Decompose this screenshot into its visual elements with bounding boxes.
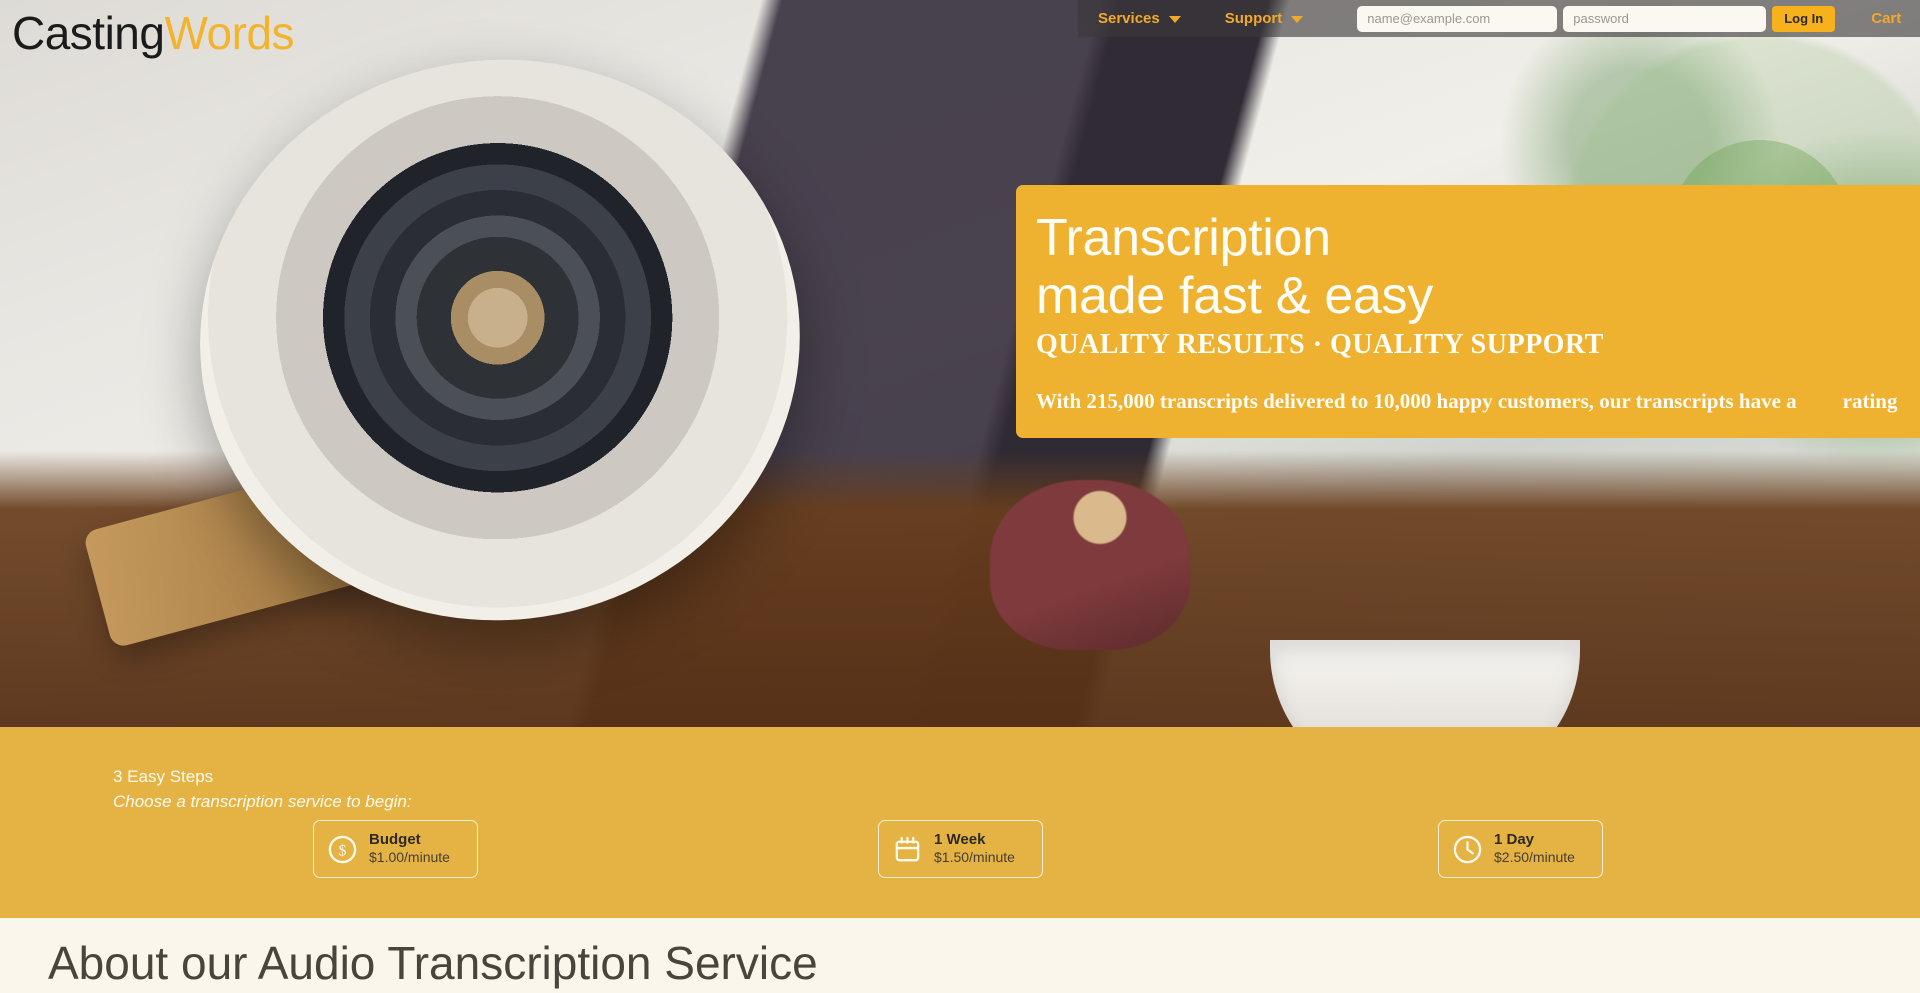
cart-link[interactable]: Cart (1871, 10, 1901, 27)
chevron-down-icon (1291, 16, 1304, 23)
site-logo[interactable]: CastingWords (12, 7, 295, 59)
easy-steps-section: 3 Easy Steps Choose a transcription serv… (0, 727, 1920, 918)
logo-text-primary: Casting (12, 7, 165, 59)
service-option-one-week[interactable]: 1 Week $1.50/minute (878, 820, 1043, 878)
top-navigation-bar: Services Support Log In Cart (1078, 0, 1920, 37)
nav-item-support[interactable]: Support (1225, 10, 1304, 27)
option-name: 1 Week (934, 831, 986, 848)
calendar-icon (895, 836, 920, 861)
hero-headline-line-1: Transcription (1036, 209, 1331, 267)
steps-subtitle: Choose a transcription service to begin: (113, 792, 412, 811)
coffee-mug-decoration (1270, 640, 1580, 727)
nav-services-label: Services (1098, 10, 1160, 27)
clock-icon (1453, 835, 1482, 863)
option-price: $2.50/minute (1494, 849, 1575, 865)
option-text-block: 1 Week $1.50/minute (934, 831, 1015, 867)
about-section: About our Audio Transcription Service (0, 918, 1920, 993)
email-field[interactable] (1357, 5, 1558, 32)
login-button[interactable]: Log In (1772, 5, 1836, 32)
hero-blurb-after: rating (1842, 389, 1898, 413)
page-root: CastingWords Services Support Log In Car… (0, 0, 1920, 993)
option-price: $1.00/minute (369, 849, 450, 865)
hero-headline-panel: Transcription made fast & easy QUALITY R… (1016, 185, 1920, 438)
logo-text-accent: Words (164, 7, 295, 59)
nav-support-label: Support (1224, 10, 1283, 27)
desk-figurine-decoration (990, 480, 1190, 650)
about-section-heading: About our Audio Transcription Service (48, 937, 818, 989)
service-option-one-day[interactable]: 1 Day $2.50/minute (1438, 820, 1603, 878)
dollar-circle-icon: $ (328, 835, 357, 863)
svg-text:$: $ (339, 842, 347, 859)
nav-item-services[interactable]: Services (1098, 10, 1181, 27)
service-option-budget[interactable]: $ Budget $1.00/minute (313, 820, 478, 878)
option-text-block: 1 Day $2.50/minute (1494, 831, 1575, 867)
password-field[interactable] (1563, 5, 1767, 32)
option-price: $1.50/minute (934, 849, 1015, 865)
option-name: 1 Day (1494, 831, 1535, 848)
hero-blurb-before: With 215,000 transcripts delivered to 10… (1036, 389, 1797, 413)
option-text-block: Budget $1.00/minute (369, 831, 450, 867)
hero-headline-line-2: made fast & easy (1036, 267, 1433, 325)
steps-title: 3 Easy Steps (113, 767, 214, 786)
hero-stats-blurb: With 215,000 transcripts delivered to 10… (1036, 389, 1920, 414)
option-name: Budget (369, 831, 421, 848)
hero-subheadline: QUALITY RESULTS · QUALITY SUPPORT (1036, 329, 1604, 360)
chevron-down-icon (1168, 16, 1181, 23)
